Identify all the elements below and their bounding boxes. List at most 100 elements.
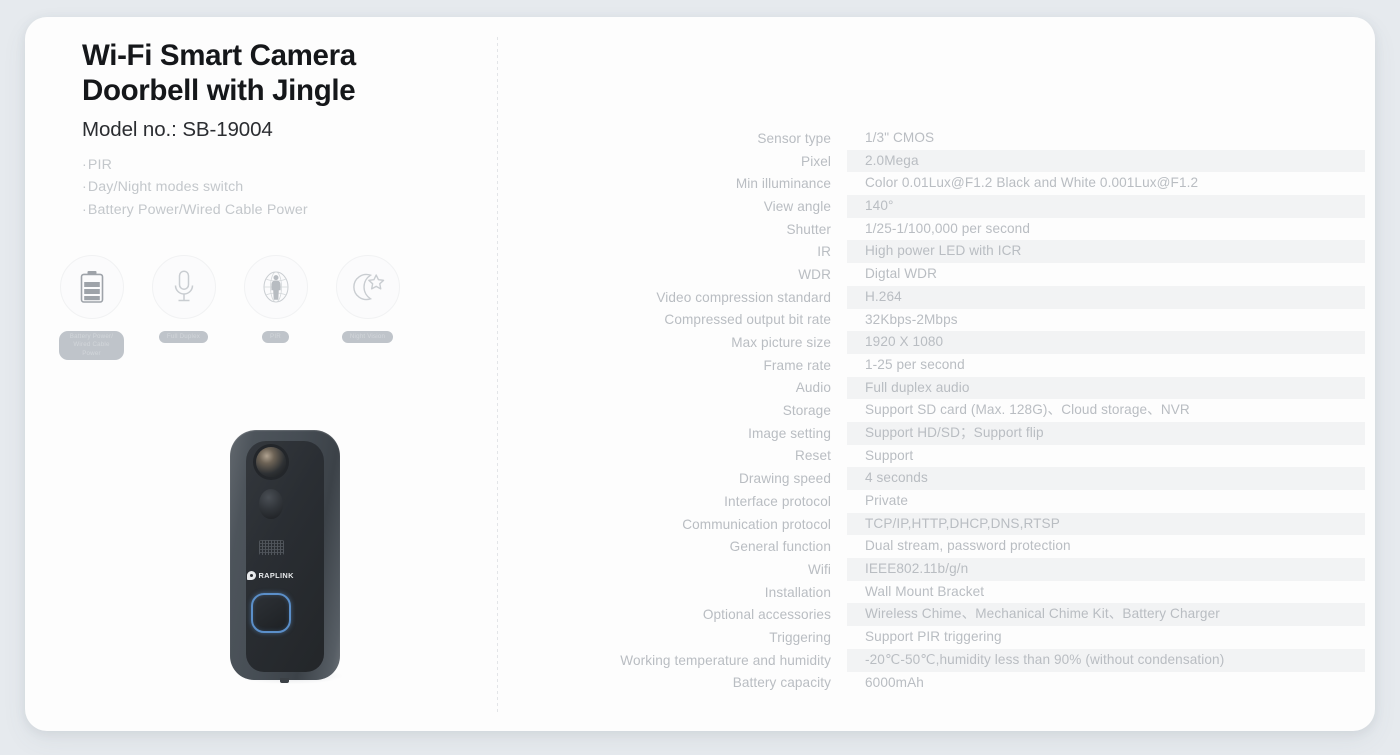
table-row: Working temperature and humidity -20℃-50℃… (545, 648, 1365, 672)
feature-badge-battery-power: Battery Power/ Wired Cable Power (59, 255, 124, 361)
pir-sensor-icon (263, 271, 288, 303)
spec-value: Support PIR triggering (865, 629, 1002, 645)
doorbell-body: RAPLINK (230, 430, 340, 680)
spec-value: Wireless Chime、Mechanical Chime Kit、Batt… (847, 603, 1365, 627)
table-row: Drawing speed 4 seconds (545, 467, 1365, 490)
feature-label-pill: Full Duplex (158, 331, 209, 344)
table-row: Min illuminance Color 0.01Lux@F1.2 Black … (545, 172, 1365, 195)
bullet-dot-icon: · (82, 156, 87, 173)
spec-label: Installation (764, 584, 831, 600)
table-row: Storage Support SD card (Max. 128G)、Cloud… (545, 399, 1365, 422)
feature-icon-circle (335, 255, 400, 319)
spec-label: Triggering (769, 629, 831, 645)
feature-badges: Battery Power/ Wired Cable Power Full Du… (59, 255, 400, 361)
spec-value: IEEE802.11b/g/n (847, 558, 1365, 581)
spec-value: 1/25-1/100,000 per second (865, 220, 1030, 236)
spec-label: Communication protocol (682, 516, 831, 532)
feature-label-pill: Night Vision (341, 331, 394, 344)
feature-label-pill: Battery Power/ Wired Cable Power (59, 331, 124, 361)
spec-label: Image setting (748, 425, 831, 441)
table-row: Video compression standard H.264 (545, 285, 1365, 309)
table-row: Installation Wall Mount Bracket (545, 581, 1365, 604)
spec-label: Shutter (786, 221, 831, 237)
table-row: Reset Support (545, 445, 1365, 468)
highlight-label: PIR (87, 156, 112, 173)
moon-star-icon (352, 273, 384, 301)
spec-label: Drawing speed (739, 471, 831, 487)
spec-value: 1/3" CMOS (865, 130, 935, 145)
spec-value: Support SD card (Max. 128G)、Cloud storag… (865, 402, 1190, 418)
spec-label: Frame rate (763, 357, 831, 373)
spec-label: Compressed output bit rate (664, 312, 831, 328)
spec-label: Min illuminance (735, 176, 831, 192)
table-row: View angle 140° (545, 195, 1365, 218)
pir-dome-icon (259, 489, 283, 519)
spec-value: Support (865, 447, 914, 463)
list-item: ·Day/Night modes switch (82, 176, 482, 199)
spec-value: 1-25 per second (865, 356, 965, 372)
feature-badge-pir: PIR (243, 255, 308, 360)
spec-value: Digtal WDR (865, 266, 937, 282)
list-item: ·Battery Power/Wired Cable Power (82, 199, 482, 222)
table-row: Triggering Support PIR triggering (545, 626, 1365, 649)
bullet-dot-icon: · (82, 201, 87, 218)
product-model-number: Model no.: SB-19004 (82, 117, 273, 141)
spec-label: Pixel (801, 153, 831, 169)
spec-value: H.264 (847, 285, 1365, 309)
table-row: Max picture size 1920 X 1080 (545, 331, 1365, 354)
feature-label-pill: PIR (262, 331, 289, 344)
column-divider (497, 37, 498, 713)
feature-icon-circle (243, 255, 308, 319)
table-row: WDR Digtal WDR (545, 263, 1365, 286)
spec-label: General function (729, 539, 831, 555)
feature-icon-circle (151, 255, 216, 319)
spec-label: IR (817, 244, 831, 260)
spec-value: Wall Mount Bracket (865, 583, 985, 599)
spec-label: Working temperature and humidity (620, 652, 831, 668)
spec-value: Private (865, 493, 909, 508)
highlight-label: Battery Power/Wired Cable Power (87, 201, 308, 218)
spec-value: 32Kbps-2Mbps (865, 311, 958, 327)
spec-label: Battery capacity (732, 675, 831, 691)
table-row: Shutter 1/25-1/100,000 per second (545, 218, 1365, 241)
spec-label: Interface protocol (724, 493, 831, 509)
spec-label: View angle (763, 198, 831, 214)
list-item: ·PIR (82, 154, 482, 177)
spec-value: Support HD/SD；Support flip (847, 421, 1365, 445)
table-row: General function Dual stream, password pr… (545, 535, 1365, 558)
spec-value: 6000mAh (865, 674, 924, 690)
product-info-panel: Wi-Fi Smart Camera Doorbell with Jingle … (82, 39, 482, 221)
spec-label: Wifi (807, 561, 831, 577)
product-image-doorbell: RAPLINK (230, 430, 350, 692)
camera-lens-icon (256, 447, 286, 477)
spec-label: Max picture size (731, 335, 831, 351)
doorbell-faceplate (246, 441, 324, 672)
spec-value: High power LED with ICR (847, 240, 1365, 264)
spec-label: WDR (798, 266, 831, 282)
spec-value: TCP/IP,HTTP,DHCP,DNS,RTSP (847, 512, 1365, 536)
doorbell-bottom-tab (280, 678, 289, 683)
feature-icon-circle (59, 255, 124, 319)
table-row: Battery capacity 6000mAh (545, 672, 1365, 695)
feature-badge-full-duplex: Full Duplex (151, 255, 216, 360)
table-row: Audio Full duplex audio (545, 376, 1365, 400)
specifications-table: Sensor type 1/3" CMOS Pixel 2.0Mega Min illu… (545, 127, 1365, 694)
table-row: Optional accessories Wireless Chime、Mecha… (545, 603, 1365, 627)
brand-mark-icon (247, 571, 256, 580)
spec-value: Dual stream, password protection (865, 538, 1071, 554)
spec-label: Audio (795, 380, 831, 396)
bullet-dot-icon: · (82, 179, 87, 196)
spec-value: -20℃-50℃,humidity less than 90% (without… (847, 648, 1365, 672)
spec-value: 140° (847, 195, 1365, 218)
table-row: IR High power LED with ICR (545, 240, 1365, 264)
table-row: Pixel 2.0Mega (545, 149, 1365, 173)
feature-badge-night-vision: Night Vision (335, 255, 400, 360)
table-row: Image setting Support HD/SD；Support flip (545, 421, 1365, 445)
product-title: Wi-Fi Smart Camera Doorbell with Jingle (82, 39, 356, 107)
microphone-icon (174, 270, 193, 302)
table-row: Communication protocol TCP/IP,HTTP,DHCP,D… (545, 512, 1365, 536)
table-row: Frame rate 1-25 per second (545, 354, 1365, 377)
spec-label: Storage (782, 403, 831, 419)
spec-value: Full duplex audio (847, 376, 1365, 400)
product-spec-card: Wi-Fi Smart Camera Doorbell with Jingle … (25, 17, 1375, 731)
